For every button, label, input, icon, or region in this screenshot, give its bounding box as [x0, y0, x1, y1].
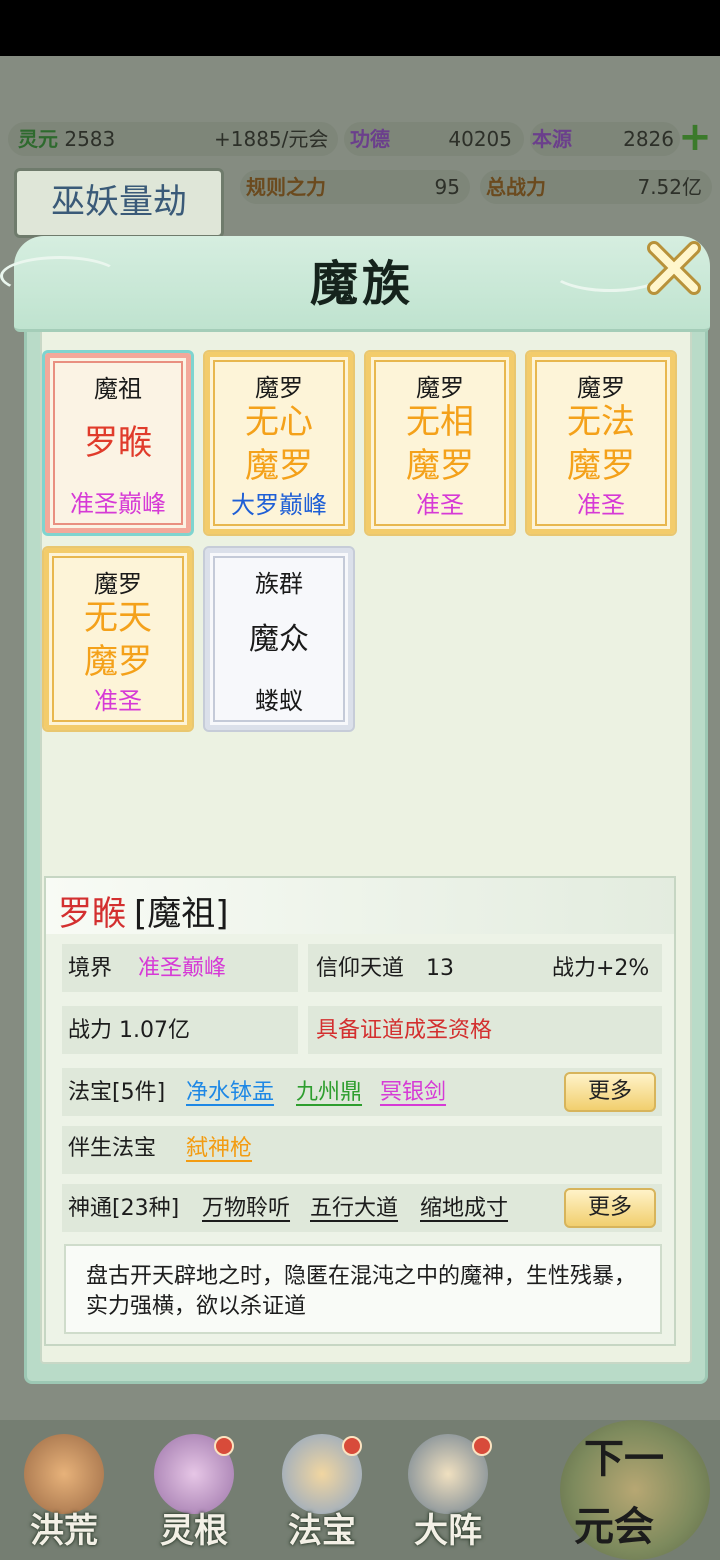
faith-value: 13: [426, 956, 454, 981]
nav-dazhen-label: 大阵: [414, 1511, 482, 1551]
card-rank: 大罗巅峰: [231, 491, 327, 519]
nav-dazhen-badge: [472, 1436, 492, 1456]
resource-bar: 灵元 2583 +1885/元会 功德 40205 本源 2826 + 规则之力…: [0, 60, 720, 204]
power-bonus: 战力+2%: [552, 956, 650, 981]
nav-fabao[interactable]: 法宝: [262, 1428, 382, 1558]
total-power-label: 总战力: [486, 175, 546, 199]
close-button[interactable]: [640, 236, 706, 302]
qualification-text: 具备证道成圣资格: [316, 1018, 493, 1043]
gongde-value: 40205: [448, 127, 512, 151]
benyuan-resource: 本源 2826: [530, 122, 680, 156]
card-name-line1: 无天: [84, 598, 152, 638]
card-rank: 蝼蚁: [255, 687, 303, 715]
modal-header: 魔族: [0, 236, 710, 332]
era-title: 巫妖量劫: [14, 168, 224, 238]
card-type: 魔祖: [94, 375, 142, 403]
description-box: 盘古开天辟地之时，隐匿在混沌之中的魔神，生性残暴，实力强横，欲以杀证道: [64, 1244, 662, 1334]
nav-honghuang-label: 洪荒: [30, 1511, 98, 1551]
treasure-label: 法宝[5件]: [68, 1080, 166, 1105]
next-era-button[interactable]: 下一 元会: [560, 1420, 710, 1560]
card-name: 魔众: [249, 622, 309, 657]
card-name-line2: 魔罗: [245, 446, 313, 486]
description-text: 盘古开天辟地之时，隐匿在混沌之中的魔神，生性残暴，实力强横，欲以杀证道: [86, 1264, 637, 1319]
total-power-resource: 总战力 7.52亿: [480, 170, 712, 204]
nav-fabao-badge: [342, 1436, 362, 1456]
total-power-value: 7.52亿: [637, 175, 702, 199]
details-header: 罗睺 [魔祖]: [46, 878, 674, 934]
character-card-wuxin-moluo[interactable]: 魔罗 无心 魔罗 大罗巅峰: [203, 350, 355, 536]
skill-link-2[interactable]: 五行大道: [310, 1194, 398, 1224]
card-name-line1: 无法: [567, 402, 635, 442]
character-card-luohou[interactable]: 魔祖 罗睺 准圣巅峰: [42, 350, 194, 536]
card-type: 族群: [255, 570, 303, 598]
nav-fabao-label: 法宝: [288, 1511, 356, 1551]
nav-linggen[interactable]: 灵根: [134, 1428, 254, 1558]
guize-label: 规则之力: [246, 175, 326, 199]
card-type: 魔罗: [94, 570, 142, 598]
nav-honghuang[interactable]: 洪荒: [4, 1428, 124, 1558]
next-era-line2: 元会: [574, 1503, 654, 1550]
skill-link-3[interactable]: 缩地成寸: [420, 1194, 508, 1224]
power-value: 战力 1.07亿: [68, 1018, 190, 1043]
benyuan-value: 2826: [623, 127, 674, 151]
close-icon: [647, 241, 701, 295]
gongde-label: 功德: [350, 127, 390, 151]
lingyuan-resource: 灵元 2583 +1885/元会: [8, 122, 338, 156]
status-bar: [0, 0, 720, 56]
character-card-wufa-moluo[interactable]: 魔罗 无法 魔罗 准圣: [525, 350, 677, 536]
faith-label: 信仰天道: [316, 956, 405, 981]
skill-link-1[interactable]: 万物聆听: [202, 1194, 290, 1224]
lingyuan-label: 灵元: [18, 127, 58, 151]
realm-label: 境界: [68, 956, 113, 981]
card-rank: 准圣: [577, 491, 625, 519]
mountain-icon: [24, 1434, 104, 1514]
card-rank: 准圣: [416, 491, 464, 519]
guize-resource: 规则之力 95: [240, 170, 470, 204]
card-type: 魔罗: [416, 374, 464, 402]
details-name: 罗睺: [58, 894, 126, 934]
guize-value: 95: [434, 175, 460, 199]
add-resource-button[interactable]: +: [678, 117, 712, 157]
realm-value: 准圣巅峰: [138, 956, 227, 981]
character-card-wuxiang-moluo[interactable]: 魔罗 无相 魔罗 准圣: [364, 350, 516, 536]
companion-label: 伴生法宝: [68, 1136, 157, 1161]
treasure-more-button[interactable]: 更多: [564, 1072, 656, 1112]
skills-more-button[interactable]: 更多: [564, 1188, 656, 1228]
companion-link[interactable]: 弑神枪: [186, 1134, 252, 1164]
card-name-line2: 魔罗: [567, 446, 635, 486]
nav-linggen-badge: [214, 1436, 234, 1456]
card-name-line2: 魔罗: [406, 446, 474, 486]
card-name-line2: 魔罗: [84, 642, 152, 682]
gongde-resource: 功德 40205: [344, 122, 524, 156]
nav-linggen-label: 灵根: [160, 1511, 228, 1551]
next-era-line1: 下一: [584, 1435, 664, 1482]
card-name-line1: 无心: [245, 402, 313, 442]
lingyuan-rate: +1885/元会: [214, 127, 329, 151]
card-name-line1: 无相: [406, 402, 474, 442]
card-rank: 准圣: [94, 687, 142, 715]
treasure-link-3[interactable]: 冥银剑: [380, 1078, 446, 1108]
character-card-wutian-moluo[interactable]: 魔罗 无天 魔罗 准圣: [42, 546, 194, 732]
character-card-mozhong[interactable]: 族群 魔众 蝼蚁: [203, 546, 355, 732]
treasure-link-2[interactable]: 九州鼎: [296, 1078, 362, 1108]
card-type: 魔罗: [577, 374, 625, 402]
skills-label: 神通[23种]: [68, 1196, 180, 1221]
benyuan-label: 本源: [532, 127, 572, 151]
card-type: 魔罗: [255, 374, 303, 402]
treasure-link-1[interactable]: 净水钵盂: [186, 1078, 274, 1108]
lingyuan-value: 2583: [64, 127, 116, 151]
modal-title: 魔族: [309, 256, 414, 312]
character-details-panel: 罗睺 [魔祖] 境界 准圣巅峰 信仰天道 13 战力+2% 战力 1.07亿 具…: [44, 876, 676, 1346]
card-name: 罗睺: [84, 423, 152, 463]
card-rank: 准圣巅峰: [70, 490, 166, 518]
details-title: [魔祖]: [134, 894, 229, 934]
